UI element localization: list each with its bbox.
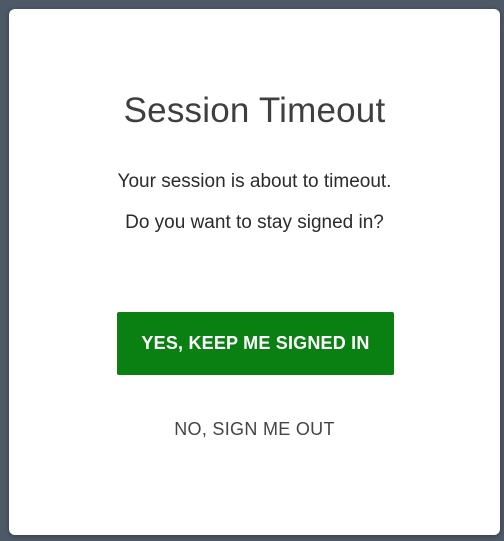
dialog-title: Session Timeout [123, 91, 386, 130]
stay-signed-in-button[interactable]: YES, KEEP ME SIGNED IN [117, 312, 394, 375]
dialog-message-line-2: Do you want to stay signed in? [125, 212, 384, 233]
dialog-message-line-1: Your session is about to timeout. [117, 171, 392, 192]
sign-out-button[interactable]: NO, SIGN ME OUT [9, 419, 500, 440]
session-timeout-dialog: Session Timeout Your session is about to… [9, 9, 500, 535]
